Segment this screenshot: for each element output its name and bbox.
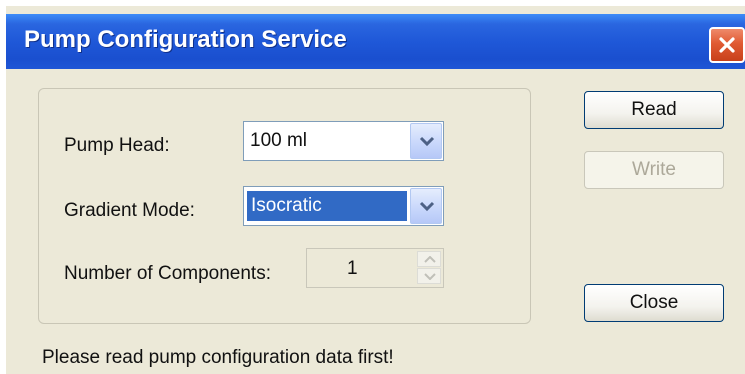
gradient-mode-label: Gradient Mode: [64,200,195,221]
gradient-mode-dropdown[interactable]: Isocratic [243,186,444,226]
title-bar[interactable]: Pump Configuration Service [6,14,745,69]
pump-head-dropdown[interactable]: 100 ml [243,121,444,161]
gradient-mode-value: Isocratic [247,191,407,221]
close-window-button[interactable] [709,27,745,63]
pump-head-dropdown-button[interactable] [410,123,442,159]
write-button[interactable]: Write [584,151,724,189]
spinner-arrows [417,251,441,285]
status-message: Please read pump configuration data firs… [42,347,394,368]
dialog-window: Pump Configuration Service Pump Head: 10… [6,6,745,374]
chevron-down-icon [419,136,435,147]
chevron-down-icon [419,201,435,212]
pump-head-value: 100 ml [250,130,308,151]
gradient-mode-dropdown-button[interactable] [410,188,442,224]
read-button[interactable]: Read [584,91,724,129]
number-of-components-value: 1 [347,258,358,279]
close-icon [719,37,735,53]
close-button[interactable]: Close [584,284,724,322]
spinner-up-button[interactable] [417,251,441,267]
spinner-down-button[interactable] [417,268,441,284]
number-of-components-spinner[interactable]: 1 [306,248,444,288]
window-title: Pump Configuration Service [24,26,347,53]
spinner-up-icon [424,256,436,263]
spinner-down-icon [424,273,436,280]
pump-head-label: Pump Head: [64,135,170,156]
number-of-components-label: Number of Components: [64,263,271,284]
